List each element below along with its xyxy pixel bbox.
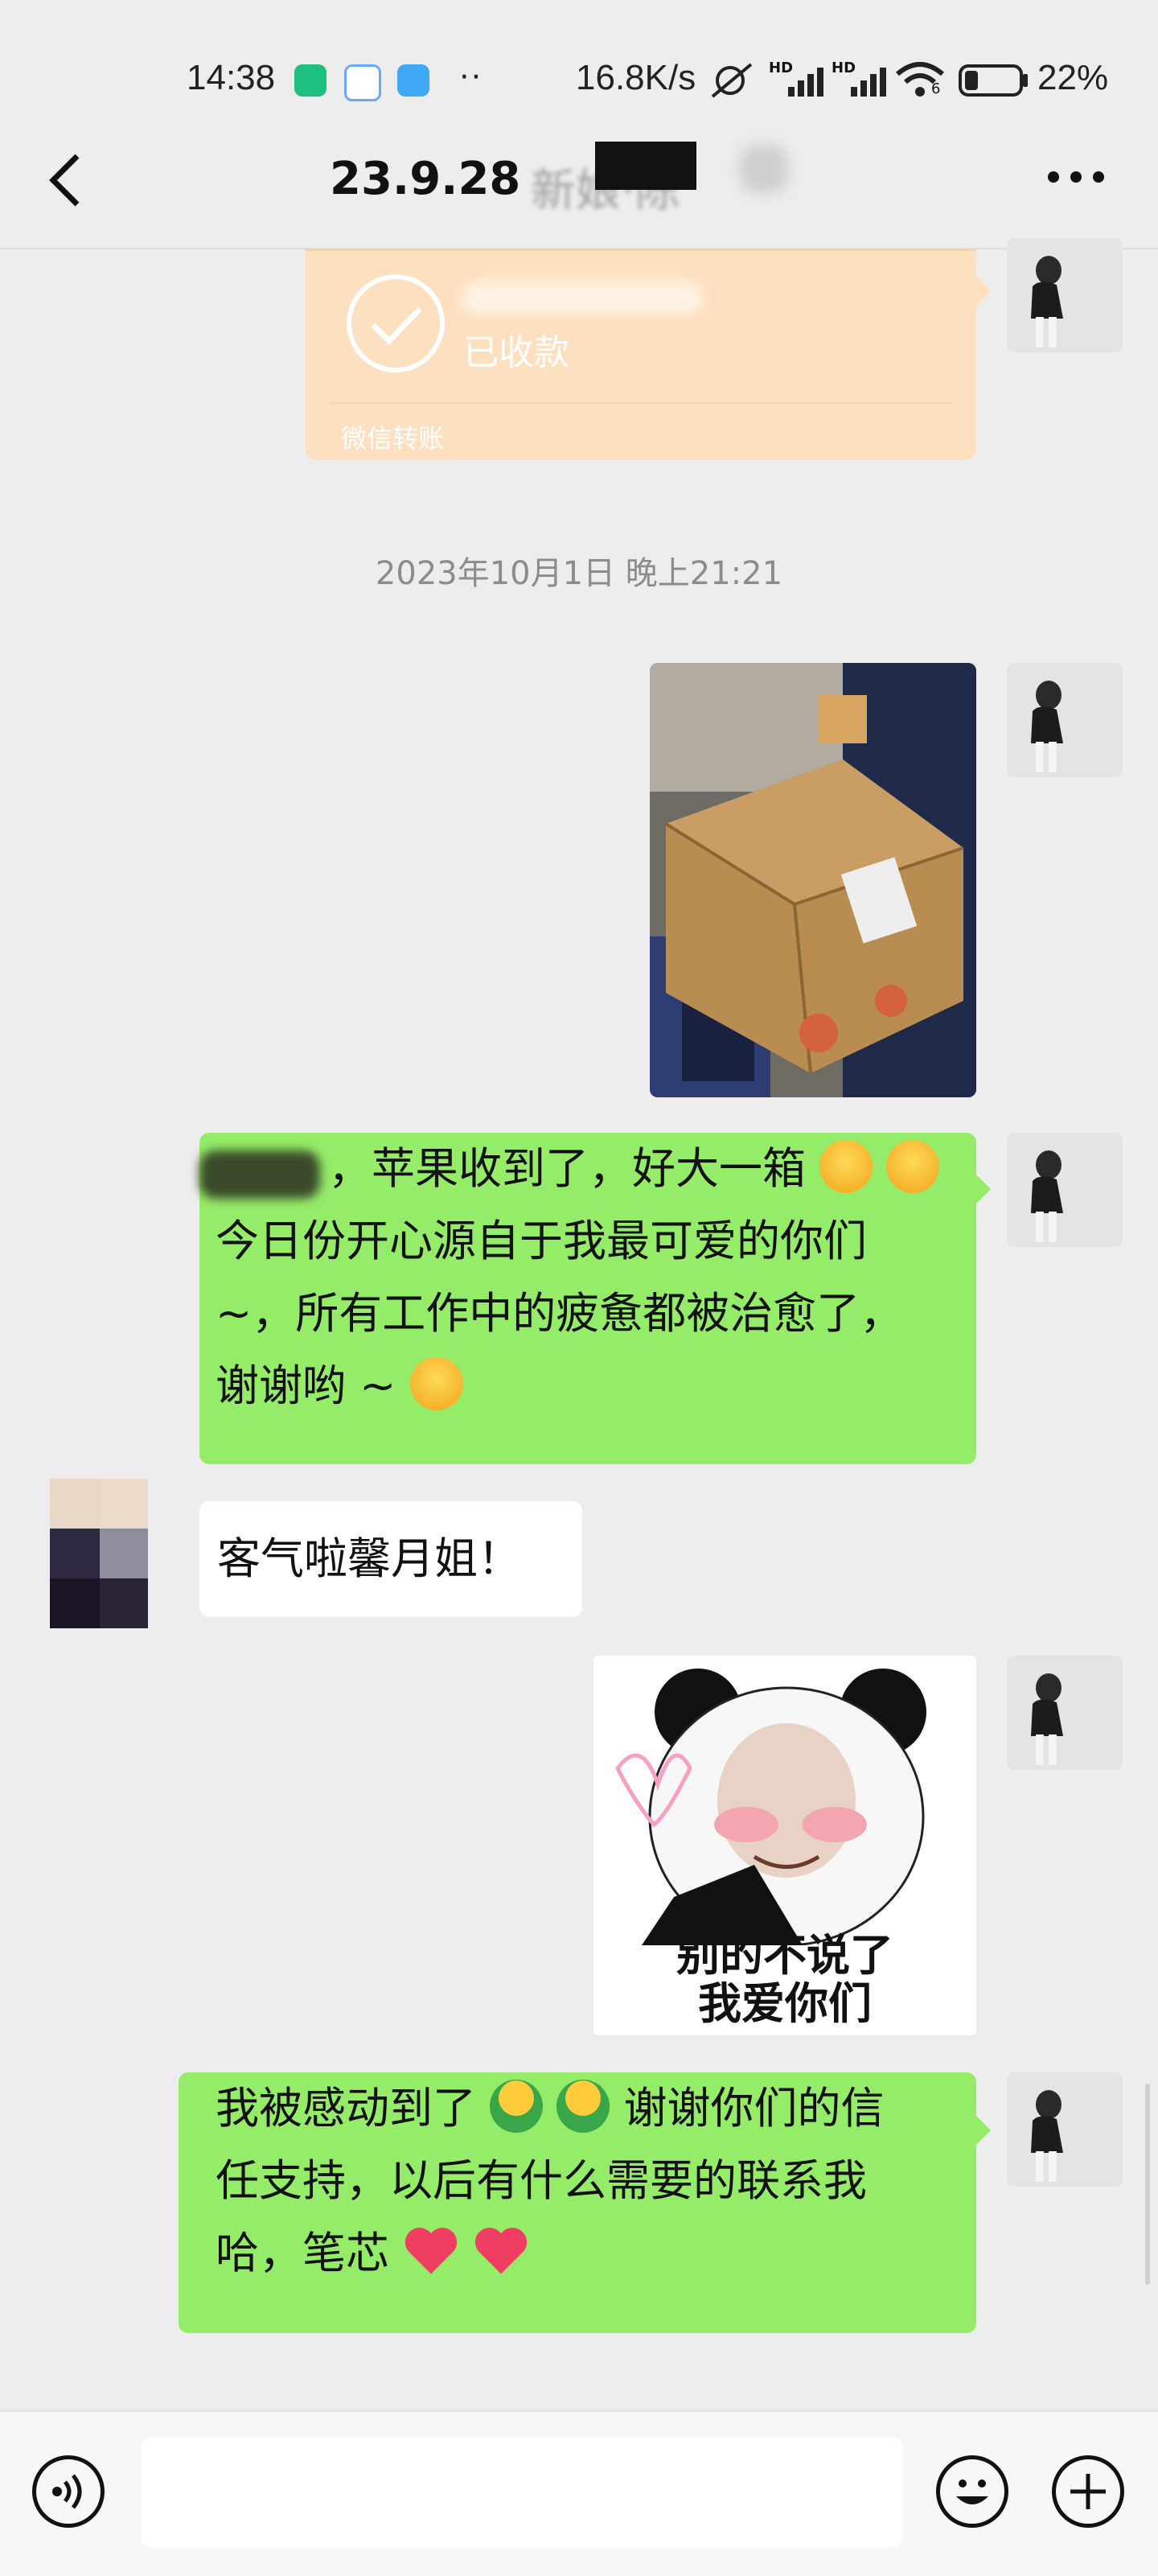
star-eyes-emoji-icon: [886, 1140, 940, 1193]
baidu-cloud-icon: [344, 64, 381, 101]
my-avatar-3[interactable]: [1007, 1133, 1123, 1247]
bubble-tail: [976, 2116, 991, 2145]
more-notifications: ··: [458, 55, 482, 94]
blurred-emoji: [740, 145, 788, 193]
message-text: 哈，笔芯: [216, 2228, 389, 2278]
sticker-caption-1: 别的不说了: [676, 1930, 893, 1981]
message-bubble-sent-2[interactable]: 我被感动到了 谢谢你们的信 任支持，以后有什么需要的联系我 哈，笔芯: [179, 2072, 976, 2333]
scrollbar[interactable]: [1145, 2084, 1150, 2285]
message-bubble-sent-1[interactable]: ，苹果收到了，好大一箱 今日份开心源自于我最可爱的你们 ~，所有工作中的疲惫都被…: [199, 1133, 976, 1464]
emoji-icon: [956, 2479, 988, 2504]
contact-avatar[interactable]: [40, 1479, 198, 1632]
blurred-amount: [462, 282, 703, 314]
network-speed: 16.8K/s: [576, 58, 696, 97]
back-chevron-icon[interactable]: [42, 150, 90, 211]
more-dots-icon[interactable]: [1045, 166, 1107, 188]
transfer-status: 已收款: [463, 332, 569, 373]
status-time: 14:38: [187, 58, 276, 97]
message-text: ，苹果收到了，好大一箱: [328, 1143, 806, 1194]
panda-sticker-icon: [615, 1669, 926, 1947]
transfer-card[interactable]: 已收款 微信转账: [306, 249, 976, 460]
blurred-name: [199, 1150, 320, 1199]
battery-icon: [959, 64, 1028, 97]
bubble-tail: [976, 1175, 991, 1204]
my-avatar-4[interactable]: [1007, 1656, 1123, 1770]
message-line: 我被感动到了 谢谢你们的信: [216, 2072, 885, 2145]
pixelated-avatar-icon: [50, 1479, 148, 1628]
signal-icon-1: [788, 68, 823, 97]
avatar-figure-icon: [1007, 2072, 1123, 2187]
battery-percent: 22%: [1037, 58, 1109, 97]
person-emoji-icon: [490, 2080, 544, 2133]
status-bar: 14:38 ·· 16.8K/s HD HD 6 22%: [0, 0, 1158, 129]
transfer-footer: 微信转账: [341, 423, 445, 454]
app-notification-icon-2: [397, 64, 429, 97]
avatar-figure-icon: [1007, 1133, 1123, 1247]
redaction-block: [595, 142, 696, 190]
avatar-figure-icon: [1007, 663, 1123, 777]
person-emoji-icon: [556, 2080, 610, 2133]
message-input[interactable]: [142, 2438, 902, 2547]
photo-message[interactable]: [650, 663, 976, 1097]
transfer-divider: [330, 402, 952, 404]
alarm-off-icon: [711, 63, 753, 98]
message-line: 今日份开心源自于我最可爱的你们: [216, 1216, 867, 1266]
message-text: 谢谢哟 ~: [216, 1360, 396, 1411]
chat-title: 23.9.28: [330, 153, 521, 205]
my-avatar-5[interactable]: [1007, 2072, 1123, 2187]
signal-icon-2: [851, 68, 886, 97]
star-eyes-emoji-icon: [819, 1140, 873, 1193]
sticker-message[interactable]: 别的不说了 我爱你们: [593, 1656, 976, 2035]
plus-button[interactable]: [1052, 2455, 1124, 2528]
message-text: 我被感动到了: [216, 2083, 476, 2134]
message-line: ，苹果收到了，好大一箱: [328, 1133, 940, 1205]
my-avatar[interactable]: [1007, 238, 1123, 352]
message-line: ~，所有工作中的疲惫都被治愈了，: [216, 1288, 904, 1339]
message-timestamp: 2023年10月1日 晚上21:21: [375, 555, 783, 592]
plus-icon: [1070, 2474, 1106, 2509]
transfer-card-tail: [976, 277, 991, 306]
my-avatar-2[interactable]: [1007, 663, 1123, 777]
message-line: 任支持，以后有什么需要的联系我: [216, 2155, 867, 2206]
wifi-band-label: 6: [931, 80, 941, 97]
avatar-figure-icon: [1007, 238, 1123, 352]
transfer-card-top-edge: [306, 249, 976, 251]
message-text: 谢谢你们的信: [623, 2083, 885, 2134]
heart-emoji-icon: [405, 2228, 458, 2274]
app-notification-icon: [294, 64, 326, 97]
message-line: 哈，笔芯: [216, 2217, 529, 2290]
check-circle-icon: [347, 274, 445, 372]
photo-cardboard-box: [650, 663, 976, 1097]
message-bubble-received-1[interactable]: 客气啦馨月姐！: [199, 1501, 582, 1617]
avatar-figure-icon: [1007, 1656, 1123, 1770]
emoji-button[interactable]: [936, 2455, 1008, 2528]
voice-icon: [52, 2474, 82, 2509]
sticker-caption-2: 我爱你们: [698, 1978, 872, 2029]
message-text: 客气啦馨月姐！: [217, 1533, 521, 1584]
message-line: 谢谢哟 ~: [216, 1350, 463, 1422]
wink-tongue-emoji-icon: [409, 1357, 463, 1410]
voice-button[interactable]: [32, 2455, 105, 2528]
heart-emoji-icon: [475, 2228, 528, 2274]
